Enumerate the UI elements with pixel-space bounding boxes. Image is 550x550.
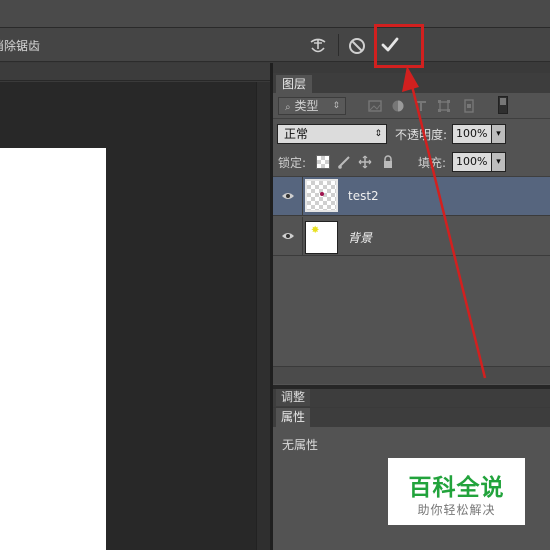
- tab-properties[interactable]: 属性: [276, 408, 311, 427]
- blend-mode-select[interactable]: 正常 ⇕: [277, 124, 387, 144]
- opacity-dropdown-button[interactable]: ▾: [491, 124, 506, 144]
- top-strip: [0, 0, 550, 28]
- layer-name[interactable]: 背景: [348, 229, 372, 246]
- layer-row-test2[interactable]: test2: [273, 177, 550, 216]
- cancel-circle-icon[interactable]: [345, 34, 369, 58]
- blend-mode-value: 正常: [284, 127, 309, 141]
- image-filter-icon[interactable]: [368, 99, 382, 113]
- no-properties-text: 无属性: [282, 438, 319, 452]
- filter-type-label: 类型: [294, 99, 319, 113]
- tab-layers[interactable]: 图层: [276, 75, 313, 93]
- adjustment-filter-icon[interactable]: [391, 99, 405, 113]
- vertical-scrollbar[interactable]: [256, 82, 270, 550]
- chevron-updown-icon: ⇕: [374, 129, 382, 139]
- options-bar: [0, 28, 550, 62]
- shape-filter-icon[interactable]: [437, 99, 451, 113]
- watermark-subtitle: 助你轻松解决: [417, 503, 496, 517]
- divider: [273, 118, 550, 119]
- fill-field[interactable]: 100%: [452, 152, 492, 172]
- lock-label: 锁定:: [278, 156, 307, 170]
- text-filter-icon[interactable]: [414, 99, 428, 113]
- canvas[interactable]: [0, 148, 106, 550]
- opacity-label: 不透明度:: [395, 128, 448, 142]
- layer-row-background[interactable]: ✸ 背景: [273, 217, 550, 256]
- toolbar-separator: [338, 34, 339, 56]
- fill-label: 填充:: [418, 156, 447, 170]
- opacity-field[interactable]: 100%: [452, 124, 492, 144]
- watermark: 百科全说 助你轻松解决: [388, 458, 525, 525]
- filter-toggle-icon[interactable]: [498, 96, 508, 114]
- antialias-label[interactable]: 消除锯齿: [0, 37, 40, 54]
- adjustments-tab-row: [273, 389, 550, 407]
- layer-thumbnail: [305, 179, 338, 212]
- watermark-title: 百科全说: [408, 475, 505, 501]
- smart-object-filter-icon[interactable]: [462, 99, 476, 113]
- chevron-updown-icon: ⇕: [332, 101, 340, 111]
- document-tab-bar: [0, 63, 270, 81]
- layers-tab-row: [273, 73, 550, 93]
- visibility-toggle[interactable]: [273, 217, 303, 256]
- warp-text-icon[interactable]: [306, 34, 330, 58]
- layers-scrollbar[interactable]: [273, 366, 550, 384]
- visibility-toggle[interactable]: [273, 177, 303, 216]
- layer-name[interactable]: test2: [348, 189, 379, 203]
- eye-icon: [282, 193, 294, 199]
- search-icon: ⌕: [285, 102, 291, 113]
- lock-brush-icon[interactable]: [337, 155, 351, 169]
- tab-adjustments[interactable]: 调整: [276, 389, 311, 406]
- highlight-box: [374, 24, 424, 68]
- fill-dropdown-button[interactable]: ▾: [491, 152, 506, 172]
- lock-all-icon[interactable]: [381, 155, 395, 169]
- layer-filter-select[interactable]: ⌕ 类型 ⇕: [278, 97, 346, 115]
- lock-move-icon[interactable]: [358, 155, 372, 169]
- eye-icon: [282, 233, 294, 239]
- properties-tab-row: [273, 408, 550, 427]
- lock-transparent-icon[interactable]: [316, 155, 330, 169]
- layer-thumbnail: ✸: [305, 221, 338, 254]
